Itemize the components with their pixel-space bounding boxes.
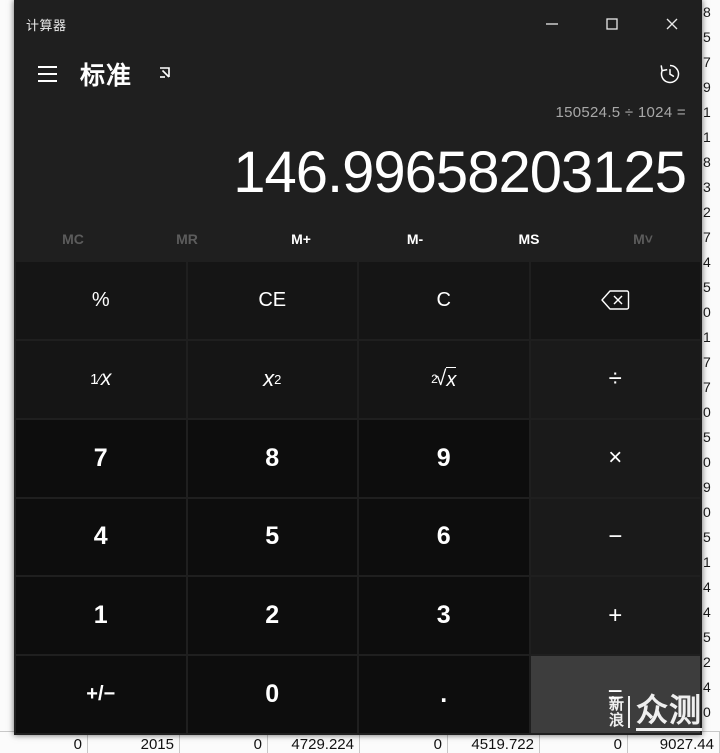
- key-percent[interactable]: %: [16, 262, 186, 339]
- spreadsheet-cell: 2: [703, 204, 711, 220]
- spreadsheet-cell[interactable]: 0: [180, 732, 268, 753]
- spreadsheet-cell: 7: [703, 229, 711, 245]
- spreadsheet-cell: 7: [703, 354, 711, 370]
- key-nine[interactable]: 9: [359, 419, 529, 497]
- spreadsheet-cell: 4: [703, 679, 711, 695]
- close-button[interactable]: [642, 0, 702, 48]
- spreadsheet-cell: 1: [703, 554, 711, 570]
- key-add[interactable]: +: [530, 577, 700, 655]
- nav-bar: 标准: [14, 48, 702, 100]
- spreadsheet-cell: 5: [703, 429, 711, 445]
- memory-button-mr[interactable]: MR: [130, 220, 244, 258]
- key-backspace[interactable]: [530, 262, 700, 339]
- key-subtract[interactable]: −: [530, 498, 700, 576]
- key-divide[interactable]: ÷: [530, 340, 700, 418]
- key-three[interactable]: 3: [359, 577, 529, 655]
- key-square[interactable]: x2: [187, 340, 357, 418]
- spreadsheet-cell[interactable]: 2015: [88, 732, 180, 753]
- memory-button-row: MC MR M+ M- MS M˅: [14, 218, 702, 260]
- spreadsheet-cell[interactable]: 0: [0, 732, 88, 753]
- spreadsheet-cell: 1: [703, 129, 711, 145]
- memory-button-m+[interactable]: M+: [244, 220, 358, 258]
- spreadsheet-cell: 1: [703, 104, 711, 120]
- spreadsheet-right-values: 85791183274501770509051445240: [702, 0, 720, 753]
- memory-button-ms[interactable]: MS: [472, 220, 586, 258]
- key-negate[interactable]: +/⁠−: [16, 656, 186, 733]
- spreadsheet-cell: 5: [703, 529, 711, 545]
- memory-button-m-[interactable]: M-: [358, 220, 472, 258]
- key-square-root[interactable]: 2 √ x: [359, 340, 529, 418]
- spreadsheet-cell: 7: [703, 379, 711, 395]
- expression-text: 150524.5 ÷ 1024 =: [555, 104, 686, 121]
- spreadsheet-cell: 4: [703, 604, 711, 620]
- spreadsheet-cell: 3: [703, 179, 711, 195]
- hamburger-line: [37, 66, 57, 68]
- spreadsheet-cell: 8: [703, 154, 711, 170]
- display-area: 150524.5 ÷ 1024 = 146.99658203125: [14, 100, 702, 214]
- spreadsheet-cell: 8: [703, 4, 711, 20]
- spreadsheet-cell: 5: [703, 629, 711, 645]
- spreadsheet-cell: 1: [703, 329, 711, 345]
- spreadsheet-cell: 0: [703, 404, 711, 420]
- hamburger-line: [37, 73, 57, 75]
- key-one[interactable]: 1: [16, 577, 186, 655]
- memory-button-m[interactable]: M˅: [586, 220, 700, 258]
- spreadsheet-cell: 0: [703, 504, 711, 520]
- result-display[interactable]: 146.99658203125: [233, 132, 687, 214]
- hamburger-line: [37, 80, 57, 82]
- key-equals[interactable]: =: [530, 656, 700, 733]
- key-zero[interactable]: 0: [187, 656, 357, 733]
- spreadsheet-cell[interactable]: 0: [360, 732, 448, 753]
- key-six[interactable]: 6: [359, 498, 529, 576]
- spreadsheet-cell[interactable]: 4519.722: [448, 732, 540, 753]
- key-reciprocal[interactable]: 1⁄ x: [16, 340, 186, 418]
- spreadsheet-cell: 7: [703, 54, 711, 70]
- spreadsheet-cell: 9: [703, 79, 711, 95]
- window-title: 计算器: [26, 17, 67, 33]
- spreadsheet-cell: 9: [703, 479, 711, 495]
- key-eight[interactable]: 8: [187, 419, 357, 497]
- history-icon[interactable]: [646, 50, 694, 98]
- key-clear-entry[interactable]: CE: [187, 262, 357, 339]
- keypad-grid: % CE C 1⁄ x x 2 2 √ x ÷ 7 8 9 × 4 5 6− 1 2 3 + +/⁠− 0. =: [14, 260, 702, 735]
- spreadsheet-cell: 4: [703, 254, 711, 270]
- spreadsheet-cell: 0: [703, 704, 711, 720]
- spreadsheet-cell: 4: [703, 579, 711, 595]
- spreadsheet-cell: 0: [703, 454, 711, 470]
- spreadsheet-left-column: [0, 0, 14, 753]
- key-seven[interactable]: 7: [16, 419, 186, 497]
- key-five[interactable]: 5: [187, 498, 357, 576]
- key-multiply[interactable]: ×: [530, 419, 700, 497]
- hamburger-menu-icon[interactable]: [26, 53, 68, 95]
- maximize-button[interactable]: [582, 0, 642, 48]
- spreadsheet-cell: 5: [703, 29, 711, 45]
- spreadsheet-cell[interactable]: 4729.224: [268, 732, 360, 753]
- minimize-button[interactable]: [522, 0, 582, 48]
- key-four[interactable]: 4: [16, 498, 186, 576]
- spreadsheet-cell: 2: [703, 654, 711, 670]
- spreadsheet-cell[interactable]: 0: [540, 732, 628, 753]
- spreadsheet-cell: 0: [703, 304, 711, 320]
- key-clear[interactable]: C: [359, 262, 529, 339]
- key-decimal[interactable]: .: [359, 656, 529, 733]
- spreadsheet-cell: 5: [703, 279, 711, 295]
- key-two[interactable]: 2: [187, 577, 357, 655]
- calculator-window: 计算器 标准 150524.5 ÷ 1024 = 146.99658203125…: [14, 0, 702, 735]
- spreadsheet-cell[interactable]: 9027.44: [628, 732, 720, 753]
- backspace-icon: [601, 290, 630, 311]
- title-bar[interactable]: 计算器: [14, 0, 702, 48]
- keep-on-top-icon[interactable]: [146, 54, 186, 94]
- memory-button-mc[interactable]: MC: [16, 220, 130, 258]
- mode-title: 标准: [80, 62, 133, 90]
